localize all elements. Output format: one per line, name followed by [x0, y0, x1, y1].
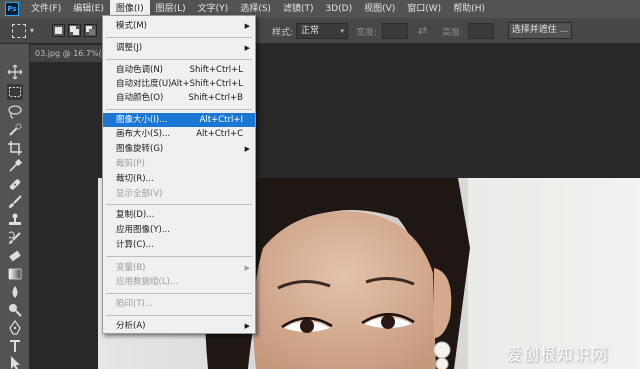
- menu-item-calculations[interactable]: 计算(C)...: [103, 238, 255, 252]
- eyedropper-tool-icon[interactable]: [7, 158, 23, 174]
- menu-item-auto-contrast[interactable]: 自动对比度(U) Alt+Shift+Ctrl+L: [103, 77, 255, 91]
- menu-filter[interactable]: 滤镜(T): [277, 0, 320, 18]
- menu-item-auto-color[interactable]: 自动颜色(O) Shift+Ctrl+B: [103, 91, 255, 105]
- history-brush-tool-icon[interactable]: [7, 230, 23, 246]
- menu-item-trap[interactable]: 陷印(T)...: [103, 297, 255, 311]
- menu-item-label: 变量(B): [116, 263, 146, 273]
- style-select[interactable]: 正常 ▾: [296, 23, 348, 39]
- crop-tool-icon[interactable]: [7, 140, 23, 156]
- menu-divider: [106, 59, 252, 60]
- gradient-tool-icon[interactable]: [7, 266, 23, 282]
- width-field[interactable]: [382, 23, 408, 39]
- menu-item-label: 自动对比度(U): [116, 79, 172, 89]
- menu-divider: [106, 293, 252, 294]
- menu-bar: Ps 文件(F) 编辑(E) 图像(I) 图层(L) 文字(Y) 选择(S) 滤…: [0, 0, 640, 18]
- photoshop-logo: Ps: [5, 2, 19, 16]
- menu-item-label: 调整(J): [116, 43, 143, 53]
- menu-item-shortcut: Alt+Ctrl+I: [199, 115, 243, 125]
- lasso-tool-icon[interactable]: [7, 104, 23, 120]
- menu-item-label: 应用图像(Y)...: [116, 225, 170, 235]
- menu-item-label: 分析(A): [116, 321, 146, 331]
- options-bar: ▾ 样式: 正常 ▾ 宽度: ⇄ 高度: 选择并遮住 ...: [0, 18, 640, 44]
- menu-item-trim[interactable]: 裁切(R)...: [103, 172, 255, 186]
- path-selection-tool-icon[interactable]: [7, 355, 23, 369]
- image-menu-dropdown: 模式(M) ▶ 调整(J) ▶ 自动色调(N) Shift+Ctrl+L 自动对…: [102, 15, 256, 334]
- menu-item-label: 裁切(R)...: [116, 174, 154, 184]
- menu-help[interactable]: 帮助(H): [447, 0, 491, 18]
- menu-item-label: 自动色调(N): [116, 65, 163, 75]
- healing-brush-tool-icon[interactable]: [7, 176, 23, 192]
- blur-tool-icon[interactable]: [7, 284, 23, 300]
- menu-item-apply-data-set[interactable]: 应用数据组(L)...: [103, 275, 255, 289]
- menu-item-apply-image[interactable]: 应用图像(Y)...: [103, 223, 255, 237]
- width-label: 宽度:: [356, 28, 378, 38]
- menu-item-image-size[interactable]: 图像大小(I)... Alt+Ctrl+I: [103, 113, 255, 127]
- menu-item-variables[interactable]: 变量(B) ▶: [103, 261, 255, 275]
- menu-item-label: 图像大小(I)...: [116, 115, 168, 125]
- menu-3d[interactable]: 3D(D): [319, 0, 358, 18]
- tools-panel: [0, 44, 30, 369]
- menu-item-shortcut: Alt+Shift+Ctrl+L: [170, 79, 243, 89]
- swap-dimensions-icon[interactable]: ⇄: [418, 24, 427, 37]
- menu-file[interactable]: 文件(F): [25, 0, 67, 18]
- menu-item-crop[interactable]: 裁剪(P): [103, 157, 255, 171]
- menu-item-label: 画布大小(S)...: [116, 129, 171, 139]
- move-tool-icon[interactable]: [7, 64, 23, 80]
- menu-item-auto-tone[interactable]: 自动色调(N) Shift+Ctrl+L: [103, 63, 255, 77]
- menu-item-label: 显示全部(V): [116, 189, 163, 199]
- add-to-selection-icon[interactable]: [68, 24, 81, 37]
- menu-item-label: 自动颜色(O): [116, 93, 164, 103]
- chevron-down-icon[interactable]: ▾: [30, 26, 34, 35]
- brush-tool-icon[interactable]: [7, 194, 23, 210]
- submenu-arrow-icon: ▶: [244, 44, 250, 52]
- watermark: 爱创根知识网: [506, 345, 609, 364]
- menu-item-label: 应用数据组(L)...: [116, 277, 178, 287]
- menu-item-duplicate[interactable]: 复制(D)...: [103, 208, 255, 222]
- submenu-arrow-icon: ▶: [244, 145, 250, 153]
- menu-window[interactable]: 窗口(W): [401, 0, 447, 18]
- menu-item-reveal-all[interactable]: 显示全部(V): [103, 187, 255, 201]
- select-and-mask-button[interactable]: 选择并遮住 ...: [508, 22, 572, 39]
- type-tool-icon[interactable]: [7, 338, 23, 354]
- quick-selection-tool-icon[interactable]: [7, 122, 23, 138]
- menu-item-shortcut: Shift+Ctrl+L: [189, 65, 243, 75]
- menu-item-image-rotation[interactable]: 图像旋转(G) ▶: [103, 142, 255, 156]
- submenu-arrow-icon: ▶: [244, 22, 250, 30]
- style-value: 正常: [301, 26, 320, 36]
- height-label: 高度:: [442, 28, 464, 38]
- menu-item-label: 陷印(T)...: [116, 299, 153, 309]
- menu-item-label: 复制(D)...: [116, 210, 155, 220]
- menu-item-shortcut: Shift+Ctrl+B: [188, 93, 243, 103]
- menu-divider: [106, 204, 252, 205]
- menu-item-canvas-size[interactable]: 画布大小(S)... Alt+Ctrl+C: [103, 127, 255, 141]
- height-field[interactable]: [468, 23, 494, 39]
- dodge-tool-icon[interactable]: [7, 302, 23, 318]
- rectangular-marquee-tool-icon[interactable]: [7, 84, 23, 100]
- menu-item-shortcut: Alt+Ctrl+C: [196, 129, 243, 139]
- menu-view[interactable]: 视图(V): [358, 0, 401, 18]
- subtract-from-selection-icon[interactable]: [84, 24, 97, 37]
- menu-item-analysis[interactable]: 分析(A) ▶: [103, 319, 255, 333]
- marquee-preset-icon[interactable]: [12, 24, 26, 38]
- menu-item-label: 计算(C)...: [116, 240, 154, 250]
- menu-item-label: 裁剪(P): [116, 159, 145, 169]
- style-label: 样式:: [272, 28, 294, 38]
- menu-divider: [106, 109, 252, 110]
- menu-divider: [106, 315, 252, 316]
- submenu-arrow-icon: ▶: [244, 264, 250, 272]
- new-selection-icon[interactable]: [52, 24, 65, 37]
- menu-divider: [106, 256, 252, 257]
- pen-tool-icon[interactable]: [7, 320, 23, 336]
- eraser-tool-icon[interactable]: [7, 248, 23, 264]
- menu-item-label: 模式(M): [116, 21, 147, 31]
- clone-stamp-tool-icon[interactable]: [7, 212, 23, 228]
- menu-item-label: 图像旋转(G): [116, 144, 164, 154]
- submenu-arrow-icon: ▶: [244, 322, 250, 330]
- chevron-down-icon: ▾: [340, 27, 344, 35]
- menu-item-adjustments[interactable]: 调整(J) ▶: [103, 41, 255, 55]
- menu-item-mode[interactable]: 模式(M) ▶: [103, 19, 255, 33]
- menu-divider: [106, 37, 252, 38]
